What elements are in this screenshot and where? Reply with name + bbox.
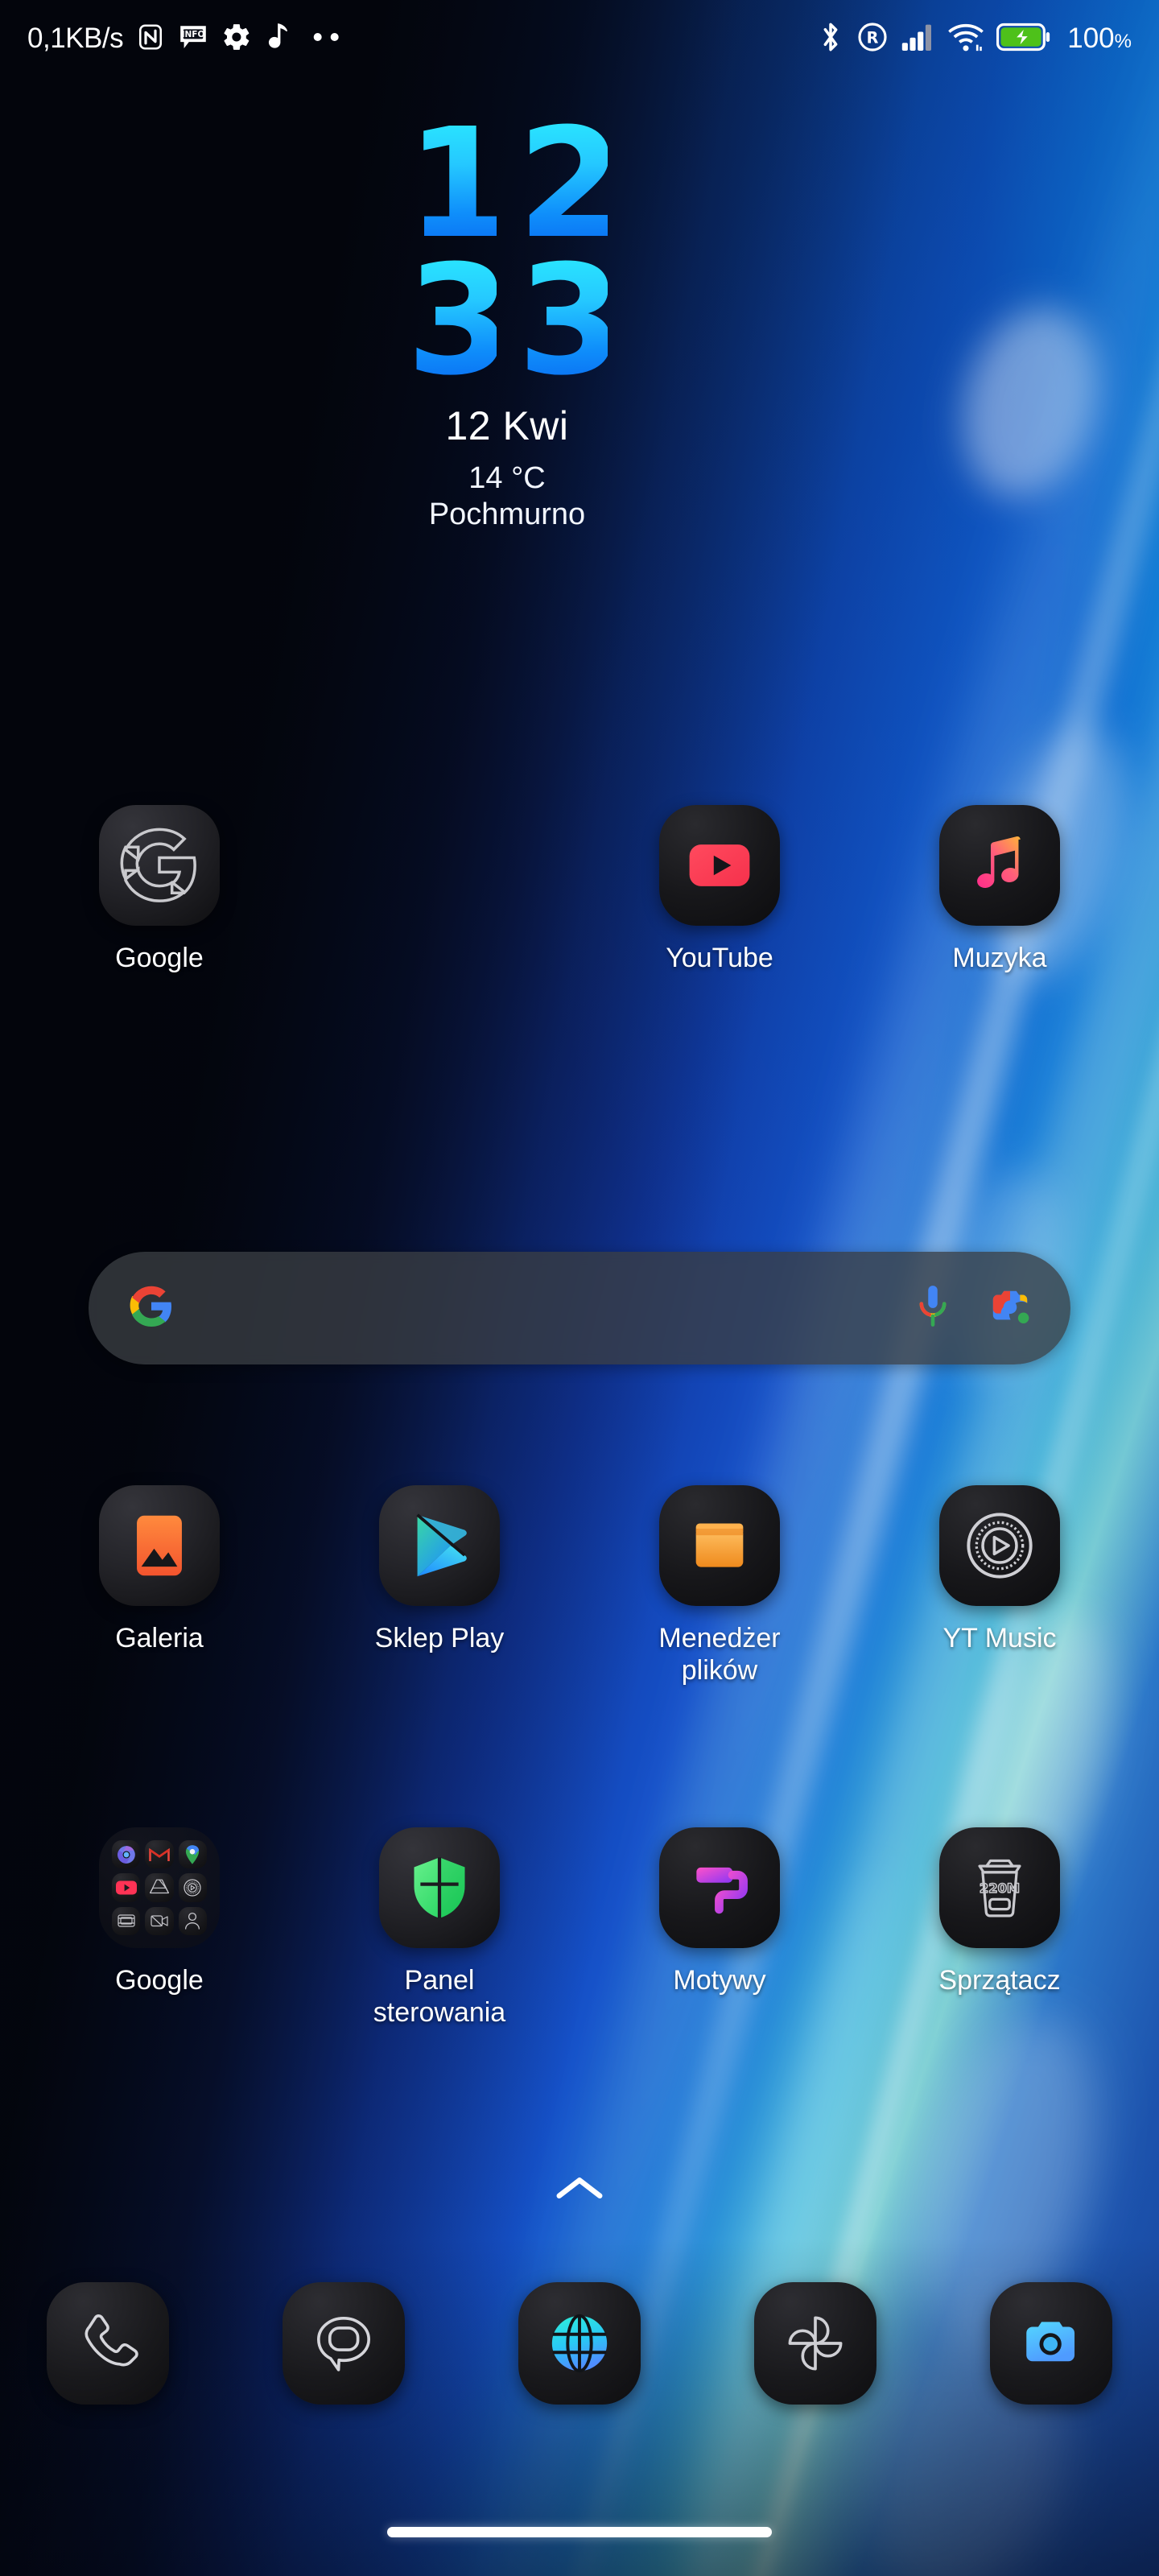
app-label: YT Music [942, 1623, 1057, 1653]
yt-music-icon [178, 1873, 207, 1902]
clock-weather-widget[interactable]: 1 2 3 3 12 Kwi 14 °C Pochmurno [0, 96, 1159, 533]
contacts-icon [178, 1906, 207, 1935]
camera-icon[interactable] [990, 2282, 1112, 2405]
message-bubble-icon[interactable] [283, 2282, 405, 2405]
shield-icon[interactable] [379, 1827, 500, 1948]
paint-roller-icon[interactable] [659, 1827, 780, 1948]
info-notification-icon: INFO [178, 23, 208, 56]
chevron-up-icon[interactable] [555, 2174, 604, 2207]
app-slot-empty [299, 805, 580, 974]
clock-hour-digit-1: 1 [406, 96, 512, 272]
google-search-bar[interactable] [89, 1252, 1070, 1364]
gmail-icon [145, 1840, 174, 1869]
app-item-motywy[interactable]: Motywy [580, 1827, 860, 2029]
clock-minutes-row: 3 3 [406, 232, 623, 409]
dock [0, 2282, 1159, 2405]
google-play-icon[interactable] [379, 1485, 500, 1606]
microphone-icon[interactable] [914, 1283, 951, 1334]
app-item-muzyka[interactable]: Muzyka [860, 805, 1140, 974]
google-g-outline-icon[interactable] [99, 805, 220, 926]
youtube-icon[interactable] [659, 805, 780, 926]
weather-block[interactable]: 14 °C Pochmurno [429, 460, 585, 533]
battery-charging-icon [996, 23, 1051, 56]
app-label: Menedżer plików [658, 1623, 781, 1686]
trash-bin-icon[interactable]: 220M [939, 1827, 1060, 1948]
nfc-icon [136, 23, 165, 56]
bluetooth-icon [818, 21, 843, 57]
home-gesture-bar[interactable] [387, 2527, 772, 2537]
app-row-1: Google YouTube Muzyka [0, 805, 1159, 974]
google-folder-icon[interactable] [99, 1827, 220, 1948]
app-label: Sprzątacz [938, 1965, 1061, 1996]
svg-text:INFO: INFO [182, 30, 205, 39]
app-drawer-indicator[interactable] [0, 2174, 1159, 2207]
app-item-sprzatacz[interactable]: 220M Sprzątacz [860, 1827, 1140, 2029]
google-g-icon [127, 1282, 175, 1335]
drive-icon [145, 1873, 174, 1902]
app-label: Galeria [115, 1623, 204, 1653]
app-row-3: Google Panel sterowania Motywy 220M Sprz… [0, 1827, 1159, 2029]
wifi-icon [948, 23, 984, 56]
app-label: Google [115, 943, 204, 973]
clock-hours-row: 1 2 [406, 96, 623, 272]
svg-text:R: R [867, 28, 879, 47]
gallery-icon[interactable] [99, 1485, 220, 1606]
app-item-google-folder[interactable]: Google [19, 1827, 299, 2029]
clock-minute-digit-1: 3 [406, 232, 512, 409]
home-screen: 0,1KB/s INFO R 100% 1 2 3 3 12 Kwi 14 °C… [0, 0, 1159, 2576]
app-row-2: Galeria Sklep Play Menedżer plików YT Mu… [0, 1485, 1159, 1686]
svg-text:220M: 220M [980, 1880, 1020, 1896]
yt-music-icon[interactable] [939, 1485, 1060, 1606]
network-speed-label: 0,1KB/s [27, 23, 124, 54]
music-note-icon [265, 22, 292, 56]
dock-item-narzedzia[interactable] [754, 2282, 876, 2405]
clock-hour-digit-2: 2 [518, 96, 623, 272]
phone-icon[interactable] [47, 2282, 169, 2405]
battery-percent-value: 100 [1067, 23, 1115, 54]
pinwheel-icon[interactable] [754, 2282, 876, 2405]
photos-icon [112, 1906, 141, 1935]
roaming-icon: R [856, 21, 889, 57]
google-lens-icon[interactable] [988, 1285, 1032, 1332]
status-bar[interactable]: 0,1KB/s INFO R 100% [0, 0, 1159, 77]
app-item-youtube[interactable]: YouTube [580, 805, 860, 974]
more-notifications-icon [310, 31, 344, 47]
search-actions [914, 1283, 1032, 1334]
app-label: Sklep Play [374, 1623, 505, 1653]
app-label: Google [115, 1965, 204, 1996]
date-label[interactable]: 12 Kwi [445, 402, 568, 449]
app-item-yt-music[interactable]: YT Music [860, 1485, 1140, 1686]
clock-minute-digit-2: 3 [518, 232, 623, 409]
app-item-menedzer-plikow[interactable]: Menedżer plików [580, 1485, 860, 1686]
app-item-panel-sterowania[interactable]: Panel sterowania [299, 1827, 580, 2029]
clock-digits[interactable]: 1 2 3 3 [406, 96, 623, 409]
chrome-icon [112, 1840, 141, 1869]
search-input[interactable] [175, 1252, 914, 1364]
app-label: Motywy [673, 1965, 766, 1996]
app-label: Muzyka [952, 943, 1047, 973]
battery-percent-label: 100% [1067, 23, 1132, 55]
app-item-google[interactable]: Google [19, 805, 299, 974]
dock-item-wiadomosci[interactable] [283, 2282, 405, 2405]
app-label: YouTube [666, 943, 773, 973]
dock-item-telefon[interactable] [47, 2282, 169, 2405]
app-label: Panel sterowania [373, 1965, 506, 2029]
app-item-sklep-play[interactable]: Sklep Play [299, 1485, 580, 1686]
status-bar-right: R 100% [818, 21, 1132, 57]
temperature-label: 14 °C [468, 460, 546, 495]
dock-item-aparat[interactable] [990, 2282, 1112, 2405]
music-note-icon[interactable] [939, 805, 1060, 926]
weather-condition-label: Pochmurno [428, 497, 586, 531]
meet-icon [145, 1906, 174, 1935]
status-bar-left: 0,1KB/s INFO [27, 22, 344, 56]
battery-percent-symbol: % [1114, 31, 1132, 52]
app-item-galeria[interactable]: Galeria [19, 1485, 299, 1686]
gear-icon [221, 22, 252, 56]
youtube-icon [112, 1873, 141, 1902]
folder-icon[interactable] [659, 1485, 780, 1606]
globe-icon[interactable] [518, 2282, 641, 2405]
cellular-signal-icon [901, 23, 935, 56]
dock-item-przegladarka[interactable] [518, 2282, 641, 2405]
maps-icon [178, 1840, 207, 1869]
